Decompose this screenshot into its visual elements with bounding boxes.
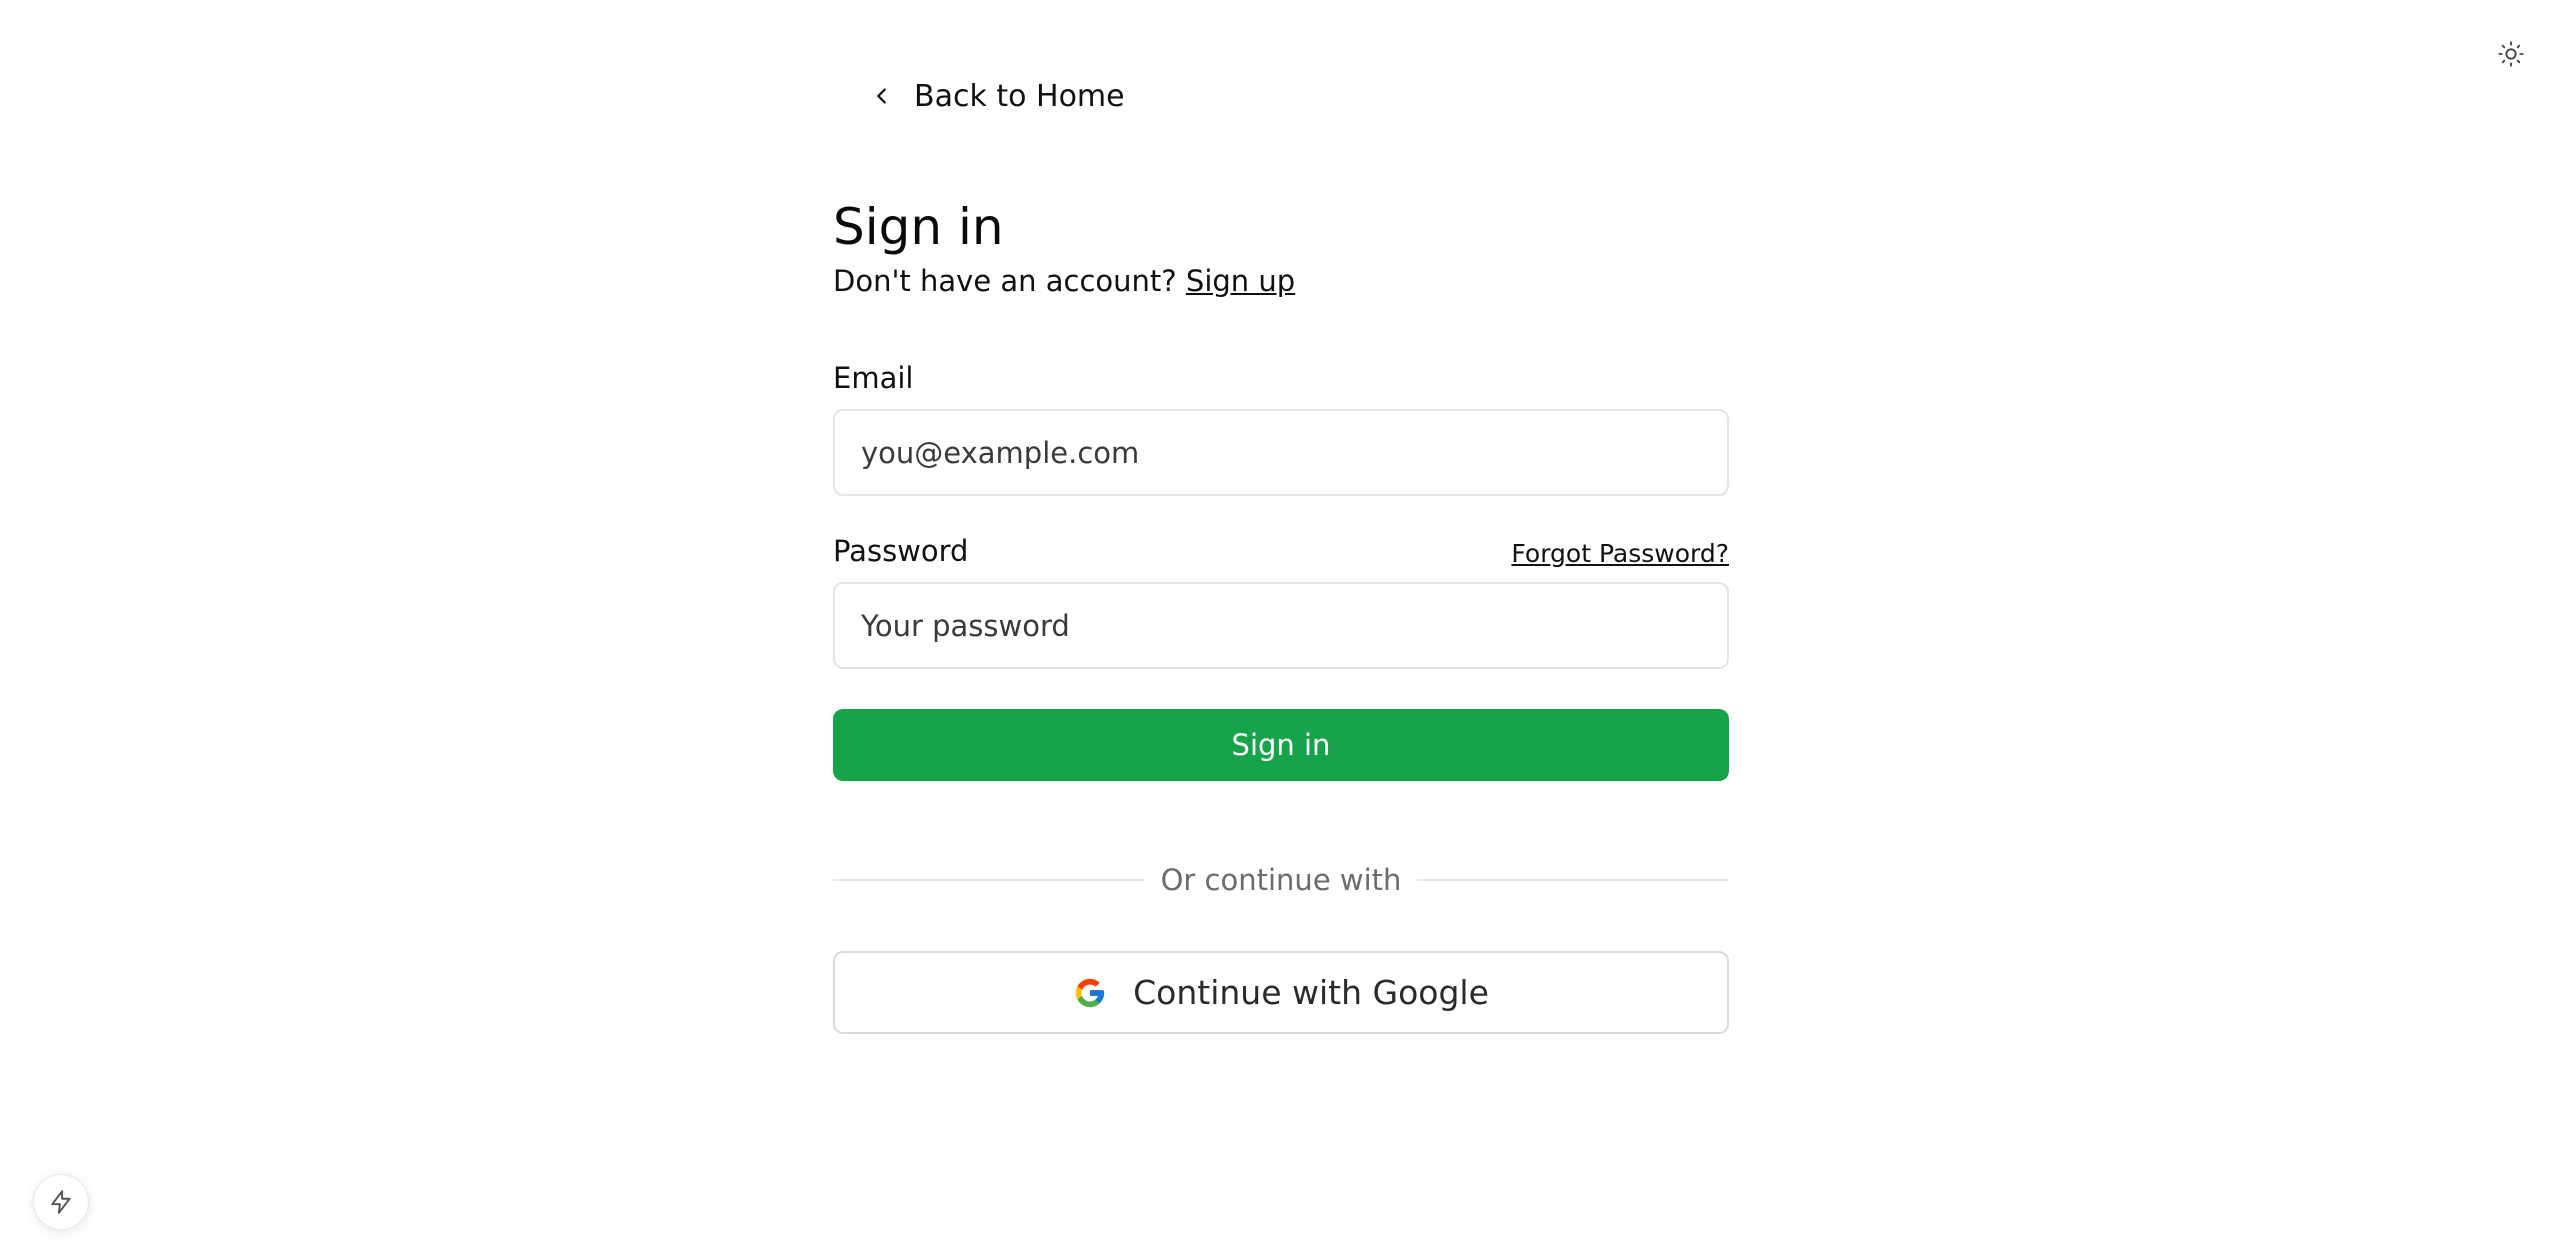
back-to-home-link[interactable]: Back to Home bbox=[860, 72, 1125, 120]
email-field[interactable] bbox=[859, 434, 1727, 471]
sun-icon bbox=[2498, 41, 2524, 67]
forgot-password-link[interactable]: Forgot Password? bbox=[1511, 539, 1729, 568]
google-logo-icon bbox=[1075, 978, 1105, 1007]
dev-tools-button[interactable] bbox=[33, 1174, 89, 1230]
signup-prompt: Don't have an account? Sign up bbox=[833, 261, 1729, 301]
divider-text: Or continue with bbox=[1160, 863, 1402, 897]
page-title: Sign in bbox=[833, 198, 1004, 256]
password-label: Password bbox=[833, 534, 969, 568]
google-button-label: Continue with Google bbox=[1133, 973, 1489, 1012]
continue-with-google-button[interactable]: Continue with Google bbox=[833, 951, 1729, 1034]
lightning-bolt-icon bbox=[51, 1190, 71, 1214]
password-field[interactable] bbox=[859, 607, 1727, 644]
email-field-wrapper bbox=[833, 409, 1729, 496]
signup-prompt-text: Don't have an account? bbox=[833, 264, 1177, 298]
sign-in-form: Sign in Don't have an account? Sign up E… bbox=[833, 195, 1729, 1034]
sign-in-page: Back to Home Sign in Don't have an accou… bbox=[0, 0, 2559, 1252]
theme-toggle-button[interactable] bbox=[2493, 36, 2529, 72]
sign-up-link[interactable]: Sign up bbox=[1186, 264, 1295, 298]
password-label-row: Password Forgot Password? bbox=[833, 528, 1729, 568]
back-to-home-label: Back to Home bbox=[914, 78, 1125, 114]
email-label-row: Email bbox=[833, 355, 1729, 395]
chevron-left-icon bbox=[870, 84, 894, 108]
email-label: Email bbox=[833, 361, 914, 395]
password-field-wrapper bbox=[833, 582, 1729, 669]
divider-line-right bbox=[1417, 879, 1729, 881]
divider-line-left bbox=[833, 879, 1145, 881]
or-divider: Or continue with bbox=[833, 863, 1729, 897]
sign-in-button[interactable]: Sign in bbox=[833, 709, 1729, 781]
